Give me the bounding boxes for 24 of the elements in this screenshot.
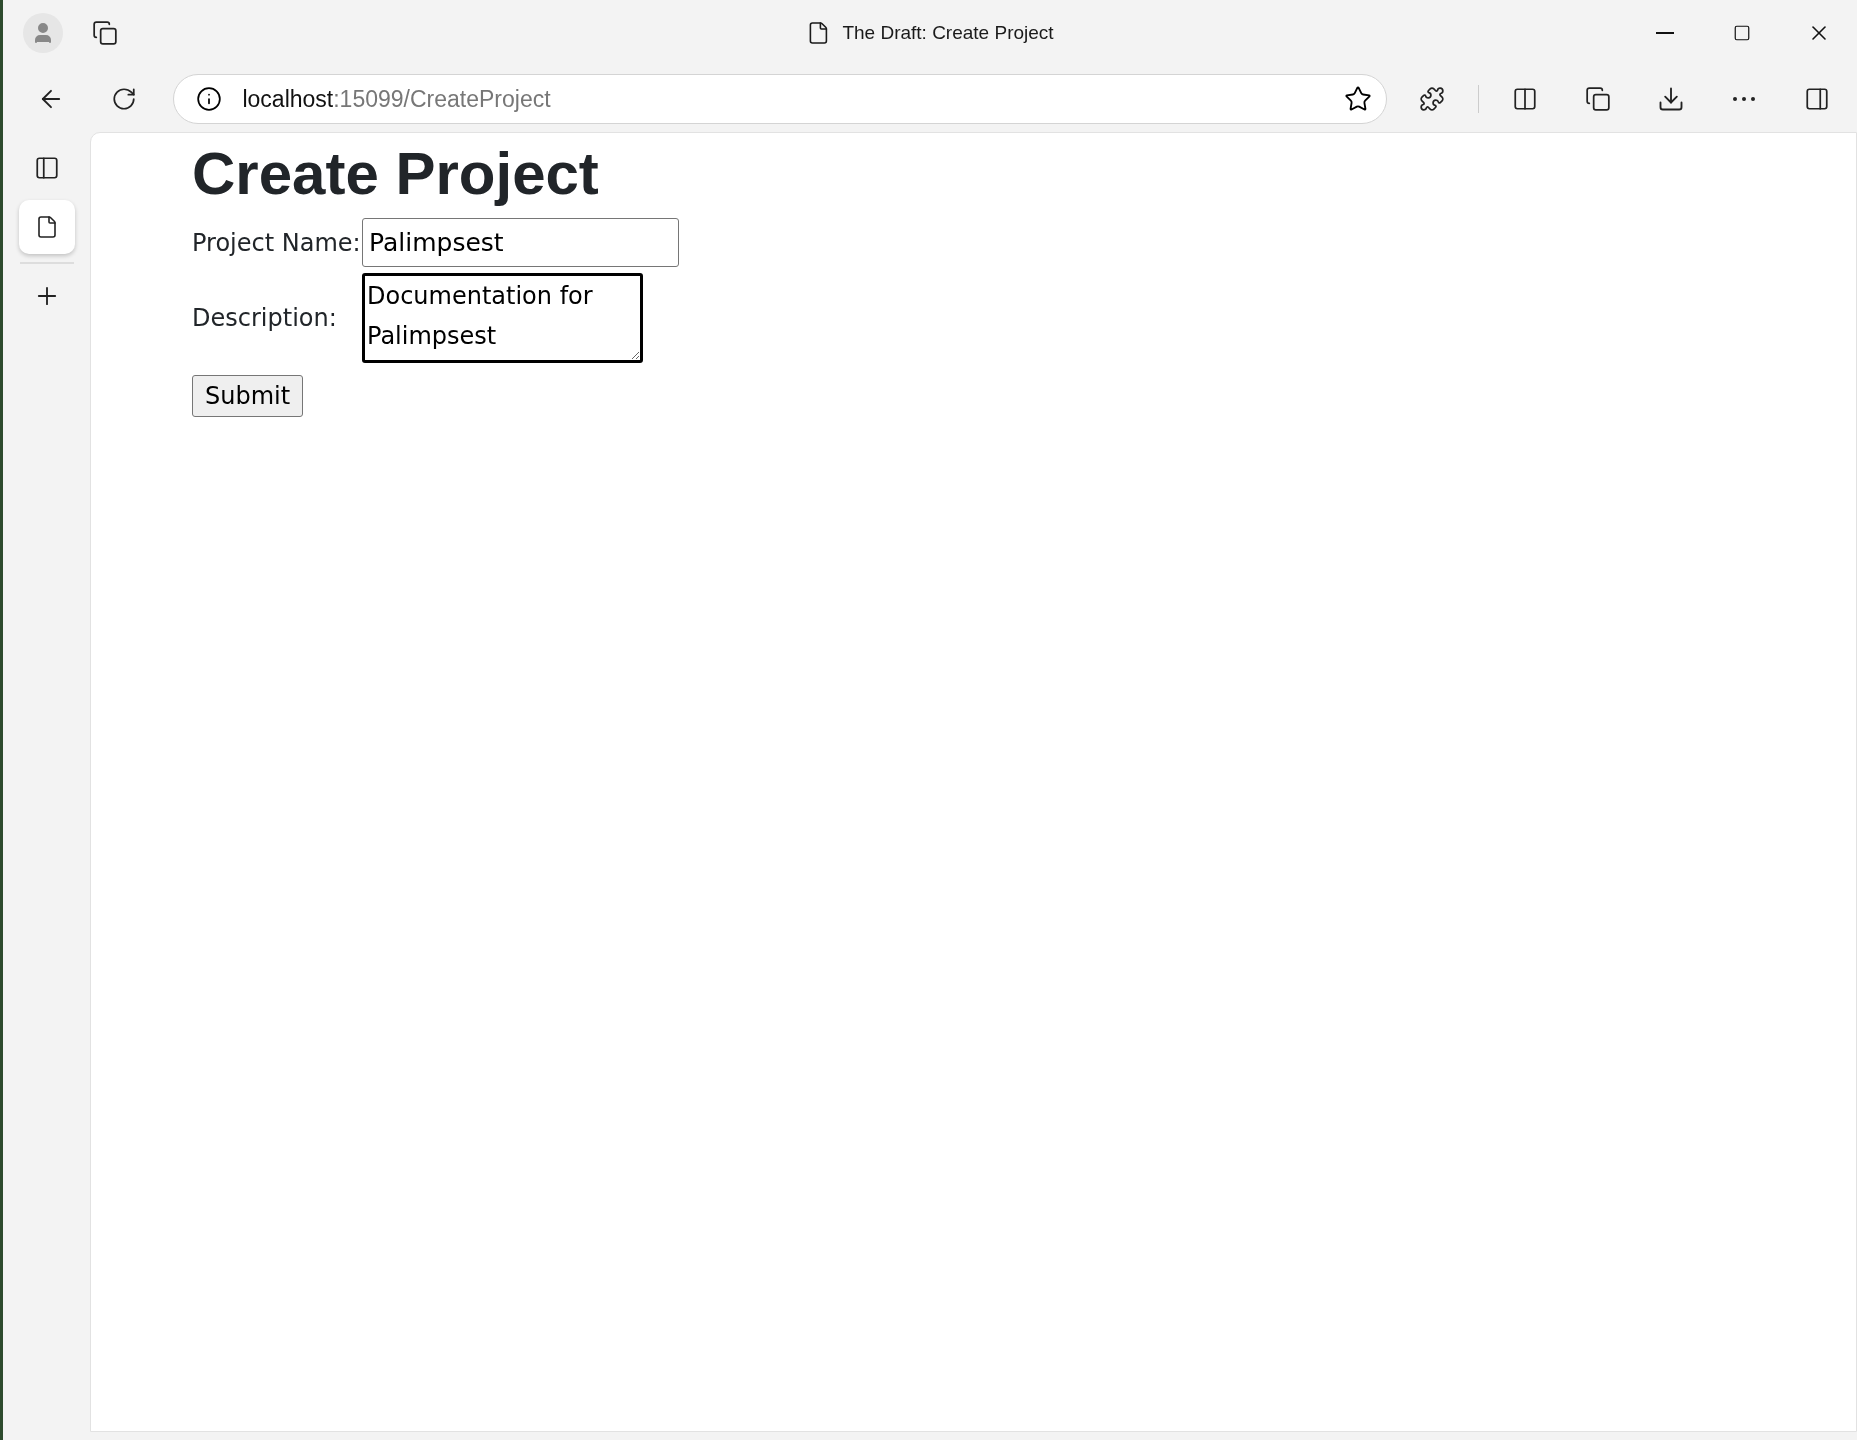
project-name-field[interactable]: Palimpsest	[362, 218, 679, 267]
info-icon[interactable]	[196, 86, 223, 112]
panel-icon	[33, 155, 60, 181]
page-heading: Create Project	[192, 139, 600, 208]
more-icon	[1733, 97, 1756, 101]
field-label: Description:	[192, 304, 338, 332]
refresh-icon	[110, 86, 137, 112]
split-screen-icon	[1511, 86, 1538, 112]
favorite-star-icon[interactable]	[1343, 85, 1372, 113]
minimize-icon	[1655, 32, 1674, 34]
maximize-icon	[1732, 24, 1751, 42]
panel-icon	[1804, 86, 1831, 112]
description-field[interactable]: Documentation for Palimpsest	[362, 273, 643, 363]
field-label: Project Name:	[192, 228, 362, 257]
stacked-squares-icon	[92, 20, 118, 46]
url-text: localhost:15099/CreateProject	[242, 85, 552, 113]
vertical-tab[interactable]	[18, 200, 75, 254]
download-icon	[1657, 85, 1685, 113]
profile-avatar[interactable]	[23, 13, 63, 53]
stacked-squares-icon	[1584, 86, 1611, 112]
submit-button[interactable]: Submit	[192, 375, 304, 417]
address-bar[interactable]: localhost:15099/CreateProject	[173, 74, 1387, 124]
window-title: The Draft: Create Project	[842, 22, 1054, 44]
puzzle-piece-icon	[1419, 86, 1446, 112]
